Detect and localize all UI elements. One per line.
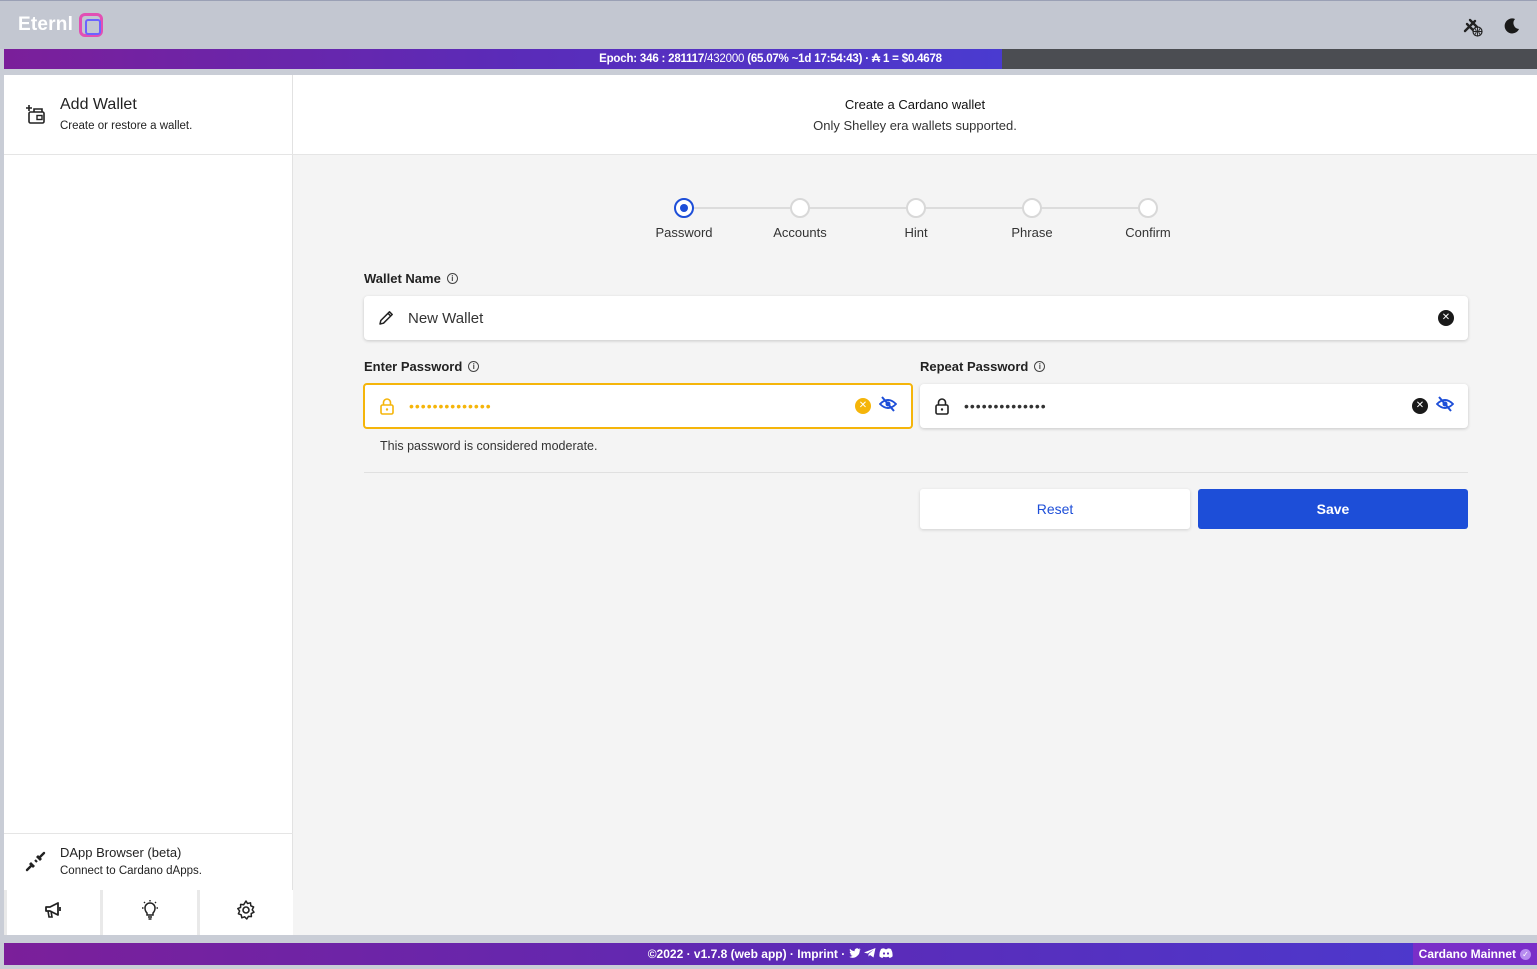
- step-label: Confirm: [1125, 225, 1171, 240]
- repeat-password-label-text: Repeat Password: [920, 359, 1029, 374]
- pencil-icon: [364, 309, 408, 327]
- step-dot: [1022, 198, 1042, 218]
- repeat-password-label: Repeat Password i: [920, 359, 1046, 374]
- epoch-slot-total: /432000: [704, 53, 745, 65]
- twitter-icon[interactable]: [848, 947, 864, 961]
- wizard-stepper: Password Accounts Hint Phrase Confirm: [293, 198, 1537, 248]
- page-title: Create a Cardano wallet: [844, 97, 986, 112]
- step-label: Accounts: [773, 225, 827, 240]
- step-label: Hint: [904, 225, 928, 240]
- enter-password-value[interactable]: ••••••••••••••: [409, 398, 855, 414]
- main-header: Create a Cardano wallet Only Shelley era…: [293, 75, 1537, 155]
- add-wallet-icon: [24, 103, 46, 130]
- dapp-browser-item[interactable]: DApp Browser (beta) Connect to Cardano d…: [4, 833, 293, 889]
- add-wallet-title: Add Wallet: [60, 96, 137, 113]
- repeat-password-value[interactable]: ••••••••••••••: [964, 398, 1412, 414]
- footer-text[interactable]: ©2022 · v1.7.8 (web app) · Imprint ·: [648, 947, 846, 961]
- step-dot: [906, 198, 926, 218]
- step-password[interactable]: Password: [634, 198, 734, 240]
- epoch-progress-bar: Epoch: 346 : 281117/432000 (65.07% ~1d 1…: [4, 49, 1537, 69]
- main-panel: Create a Cardano wallet Only Shelley era…: [293, 75, 1537, 935]
- sidebar: Add Wallet Create or restore a wallet. D…: [4, 75, 293, 935]
- network-badge[interactable]: Cardano Mainnet ✓: [1412, 943, 1537, 965]
- step-hint[interactable]: Hint: [866, 198, 966, 240]
- telegram-icon[interactable]: [863, 947, 879, 961]
- info-icon[interactable]: i: [446, 273, 458, 284]
- clear-icon[interactable]: ✕: [1438, 310, 1454, 326]
- epoch-progress-text: (65.07% ~1d 17:54:43): [747, 53, 863, 65]
- step-dot: [790, 198, 810, 218]
- settings-button[interactable]: [199, 890, 293, 935]
- step-phrase[interactable]: Phrase: [982, 198, 1082, 240]
- info-icon[interactable]: i: [1034, 361, 1046, 372]
- network-name: Cardano Mainnet: [1418, 947, 1516, 961]
- lightbulb-icon: [139, 899, 161, 926]
- lock-icon: [920, 397, 964, 415]
- verified-icon: ✓: [1520, 948, 1531, 960]
- tips-button[interactable]: [103, 890, 197, 935]
- dapp-browser-subtitle: Connect to Cardano dApps.: [60, 865, 202, 877]
- step-accounts[interactable]: Accounts: [750, 198, 850, 240]
- wallet-name-field[interactable]: New Wallet ✕: [364, 296, 1468, 340]
- epoch-label: Epoch:: [599, 53, 637, 65]
- repeat-password-field[interactable]: •••••••••••••• ✕: [920, 384, 1468, 428]
- page-subtitle: Only Shelley era wallets supported.: [813, 118, 1017, 133]
- enter-password-field[interactable]: •••••••••••••• ✕: [363, 383, 913, 429]
- info-icon[interactable]: i: [468, 361, 480, 372]
- step-confirm[interactable]: Confirm: [1098, 198, 1198, 240]
- form-divider: [364, 472, 1468, 473]
- enter-password-label-text: Enter Password: [364, 359, 463, 374]
- lock-icon: [365, 397, 409, 415]
- dapp-browser-title: DApp Browser (beta): [60, 845, 182, 860]
- hide-password-icon[interactable]: [1435, 395, 1455, 417]
- clear-icon[interactable]: ✕: [855, 398, 871, 414]
- epoch-slot: 281117: [668, 53, 705, 65]
- eternl-logo-icon: [79, 13, 104, 37]
- clear-icon[interactable]: ✕: [1412, 398, 1428, 414]
- save-button[interactable]: Save: [1198, 489, 1468, 529]
- footer-bar: ©2022 · v1.7.8 (web app) · Imprint · Car…: [4, 943, 1537, 965]
- step-dot-active: [674, 198, 694, 218]
- top-bar: Eternl: [0, 0, 1537, 49]
- plug-icon: [24, 851, 46, 878]
- megaphone-icon: [43, 900, 65, 925]
- announcements-button[interactable]: [7, 890, 101, 935]
- footer-info: ©2022 · v1.7.8 (web app) · Imprint ·: [4, 943, 1537, 965]
- app-name: Eternl: [18, 14, 74, 35]
- app-logo[interactable]: Eternl: [18, 13, 104, 37]
- step-dot: [1138, 198, 1158, 218]
- add-wallet-subtitle: Create or restore a wallet.: [60, 120, 193, 132]
- enter-password-label: Enter Password i: [364, 359, 480, 374]
- discord-icon[interactable]: [879, 947, 893, 961]
- reset-button[interactable]: Reset: [920, 489, 1190, 529]
- disconnected-network-icon[interactable]: [1461, 15, 1483, 37]
- wallet-name-label: Wallet Name i: [364, 271, 458, 286]
- wallet-name-value[interactable]: New Wallet: [408, 310, 1438, 327]
- step-label: Phrase: [1011, 225, 1053, 240]
- ada-price: $0.4678: [901, 53, 942, 65]
- step-label: Password: [655, 225, 713, 240]
- ada-price-prefix: ₳ 1 =: [871, 53, 899, 65]
- password-strength-hint: This password is considered moderate.: [380, 439, 598, 453]
- hide-password-icon[interactable]: [878, 395, 898, 417]
- moon-icon[interactable]: [1501, 15, 1523, 37]
- sidebar-bottom-buttons: [4, 890, 293, 935]
- epoch-number: 346: [639, 53, 659, 65]
- add-wallet-item[interactable]: Add Wallet Create or restore a wallet.: [4, 75, 293, 155]
- wallet-name-label-text: Wallet Name: [364, 271, 441, 286]
- epoch-info: Epoch: 346 : 281117/432000 (65.07% ~1d 1…: [599, 53, 942, 65]
- gear-icon: [235, 899, 257, 926]
